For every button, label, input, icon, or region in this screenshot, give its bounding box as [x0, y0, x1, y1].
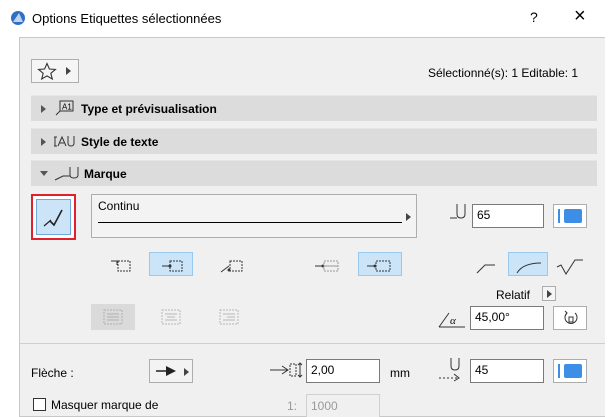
- expand-arrow-icon: [41, 138, 47, 146]
- pen-color-swatch: [564, 364, 582, 378]
- collapse-arrow-icon: [40, 171, 48, 177]
- arrow-size-unit: mm: [390, 366, 410, 380]
- marker-check-icon: [42, 206, 66, 228]
- arrow-pen-icon: [437, 356, 467, 382]
- line-type-preview: [98, 222, 402, 223]
- marker-toggle-frame: [31, 194, 76, 240]
- pen-icon: [449, 202, 467, 220]
- hide-marker-label: Masquer marque de: [51, 398, 159, 412]
- arrow-pen-color-button[interactable]: [553, 359, 587, 383]
- angle-input[interactable]: 45,00°: [470, 306, 544, 330]
- attach-inside-button[interactable]: [358, 252, 402, 276]
- triangle-right-icon: [547, 290, 553, 298]
- section-text-style[interactable]: Style de texte: [31, 128, 597, 154]
- relatif-label: Relatif: [496, 288, 531, 302]
- marker-pen-color-button[interactable]: [553, 204, 587, 228]
- marker-pen-input[interactable]: 65: [472, 204, 544, 228]
- line-type-label: Continu: [98, 199, 140, 213]
- leader-spline-button[interactable]: [550, 252, 590, 276]
- arrow-type-button[interactable]: [149, 359, 193, 383]
- section-title: Type et prévisualisation: [81, 102, 217, 116]
- svg-text:A1: A1: [62, 103, 72, 112]
- triangle-right-icon: [406, 213, 412, 221]
- star-icon: [37, 62, 57, 80]
- triangle-right-icon: [66, 67, 72, 75]
- label-preview-icon: A1: [55, 100, 75, 116]
- pen-color-bar: [558, 209, 560, 223]
- window-title: Options Etiquettes sélectionnées: [32, 11, 222, 26]
- anchor-left-button[interactable]: [98, 252, 142, 276]
- marker-toggle-button[interactable]: [36, 199, 71, 235]
- section-title: Style de texte: [81, 135, 159, 149]
- relatif-toggle-button[interactable]: [542, 286, 556, 301]
- arrow-label: Flèche :: [31, 366, 74, 380]
- title-bar: Options Etiquettes sélectionnées ? ×: [0, 0, 608, 37]
- align-center-button[interactable]: [149, 304, 193, 330]
- expand-arrow-icon: [41, 105, 47, 113]
- leader-curved-button[interactable]: [508, 252, 548, 276]
- anchor-center-button[interactable]: [149, 252, 193, 276]
- text-style-icon: [53, 133, 77, 149]
- svg-text:α: α: [450, 315, 456, 327]
- separator: [19, 343, 605, 344]
- help-button[interactable]: ?: [530, 9, 538, 25]
- attach-outside-button[interactable]: [306, 252, 350, 276]
- scale-input[interactable]: 1000: [306, 394, 380, 417]
- arrow-pen-input[interactable]: 45: [470, 359, 544, 383]
- arrow-head-icon: [154, 365, 182, 377]
- angle-lock-button[interactable]: [553, 306, 587, 330]
- arrow-size-icon: [268, 361, 304, 379]
- marker-icon: [53, 164, 81, 182]
- pen-color-swatch: [564, 209, 582, 223]
- archicad-icon: [10, 10, 26, 26]
- section-type-preview[interactable]: A1 Type et prévisualisation: [31, 95, 597, 121]
- align-right-button[interactable]: [207, 304, 251, 330]
- pen-color-bar: [558, 364, 560, 378]
- scale-prefix: 1:: [287, 399, 298, 413]
- angle-icon: α: [437, 309, 467, 329]
- anchor-bottom-button[interactable]: [210, 252, 254, 276]
- favorites-button[interactable]: [31, 59, 79, 83]
- triangle-right-icon: [184, 368, 190, 376]
- align-left-button[interactable]: [91, 304, 135, 330]
- section-marker[interactable]: Marque: [31, 160, 597, 186]
- hide-marker-checkbox[interactable]: [33, 398, 46, 411]
- leader-straight-button[interactable]: [466, 252, 506, 276]
- line-type-dropdown[interactable]: Continu: [91, 194, 417, 238]
- section-title: Marque: [84, 167, 127, 181]
- close-button[interactable]: ×: [574, 5, 586, 28]
- rotate-lock-icon: [562, 310, 580, 328]
- arrow-size-input[interactable]: 2,00: [306, 359, 380, 383]
- selection-status: Sélectionné(s): 1 Editable: 1: [428, 66, 579, 80]
